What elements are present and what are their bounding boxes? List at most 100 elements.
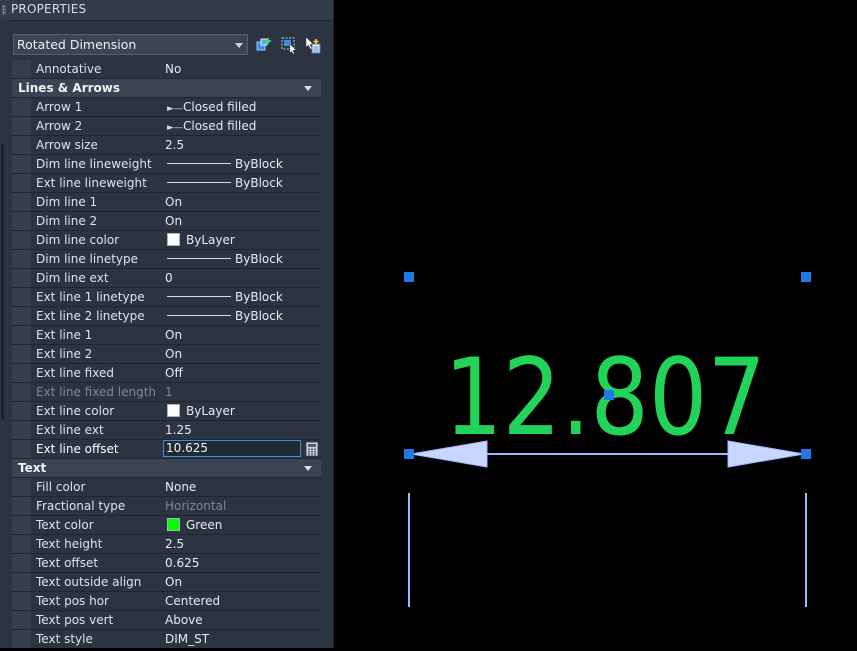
- property-label: Dim line ext: [31, 269, 173, 287]
- property-row-ext-line-offset[interactable]: Ext line offset 10.625: [12, 440, 321, 459]
- property-row-arrow-2[interactable]: Arrow 2 ►—Closed filled: [12, 117, 321, 136]
- toggle-pickadd-icon[interactable]: [304, 36, 322, 54]
- property-label: Arrow size: [31, 136, 173, 154]
- grip-top-left[interactable]: [404, 272, 414, 282]
- linetype-sample-icon: [167, 296, 231, 297]
- property-value[interactable]: 0: [163, 269, 321, 287]
- grip-left[interactable]: [404, 449, 414, 459]
- palette-titlebar[interactable]: PROPERTIES: [0, 0, 333, 21]
- collapse-arrow-icon[interactable]: [304, 86, 312, 91]
- property-value[interactable]: 2.5: [163, 535, 321, 553]
- category-text[interactable]: Text: [12, 459, 321, 478]
- property-value: ByBlock: [235, 252, 283, 266]
- property-label: Fractional type: [31, 497, 173, 515]
- palette-side-strip: [0, 20, 11, 648]
- property-row-dim-line-1[interactable]: Dim line 1 On: [12, 193, 321, 212]
- property-value: ByBlock: [235, 290, 283, 304]
- linetype-sample-icon: [167, 258, 231, 259]
- property-row-ext-line-1-linetype[interactable]: Ext line 1 linetype ByBlock: [12, 288, 321, 307]
- category-lines-arrows[interactable]: Lines & Arrows: [12, 79, 321, 98]
- property-row-ext-line-color[interactable]: Ext line color ByLayer: [12, 402, 321, 421]
- property-label: Text offset: [31, 554, 173, 572]
- drawing-canvas[interactable]: 12.807: [334, 0, 857, 648]
- property-row-annotative[interactable]: Annotative No: [12, 60, 321, 79]
- property-row-ext-line-2-linetype[interactable]: Ext line 2 linetype ByBlock: [12, 307, 321, 326]
- property-value[interactable]: Above: [163, 611, 321, 629]
- property-row-dim-line-color[interactable]: Dim line color ByLayer: [12, 231, 321, 250]
- property-value[interactable]: On: [163, 193, 321, 211]
- lineweight-sample-icon: [167, 163, 231, 164]
- property-label: Text outside align: [31, 573, 173, 591]
- property-label: Arrow 2: [31, 117, 173, 135]
- property-value[interactable]: None: [163, 478, 321, 496]
- property-value[interactable]: 0.625: [163, 554, 321, 572]
- property-row-ext-line-2[interactable]: Ext line 2 On: [12, 345, 321, 364]
- property-row-dim-line-linetype[interactable]: Dim line linetype ByBlock: [12, 250, 321, 269]
- property-row-text-color[interactable]: Text color Green: [12, 516, 321, 535]
- property-row-ext-line-fixed[interactable]: Ext line fixed Off: [12, 364, 321, 383]
- grip-right[interactable]: [801, 449, 811, 459]
- property-row-text-offset[interactable]: Text offset 0.625: [12, 554, 321, 573]
- select-objects-icon[interactable]: [280, 36, 298, 54]
- collapse-arrow-icon[interactable]: [304, 466, 312, 471]
- property-row-ext-line-1[interactable]: Ext line 1 On: [12, 326, 321, 345]
- property-row-text-outside-align[interactable]: Text outside align On: [12, 573, 321, 592]
- property-value[interactable]: No: [163, 60, 321, 78]
- property-value[interactable]: 1.25: [163, 421, 321, 439]
- property-label: Dim line color: [31, 231, 173, 249]
- property-label: Text style: [31, 630, 173, 648]
- property-label: Ext line lineweight: [31, 174, 173, 192]
- palette-side-scrollbar[interactable]: [1, 144, 4, 420]
- property-row-text-pos-hor[interactable]: Text pos hor Centered: [12, 592, 321, 611]
- chevron-down-icon: [235, 43, 243, 48]
- grip-top-right[interactable]: [801, 272, 811, 282]
- grip-text[interactable]: [604, 390, 614, 400]
- property-label: Text height: [31, 535, 173, 553]
- property-value[interactable]: On: [163, 326, 321, 344]
- property-value: Closed filled: [183, 100, 257, 114]
- property-value[interactable]: On: [163, 573, 321, 591]
- quick-select-icon[interactable]: [255, 36, 273, 54]
- property-row-text-pos-vert[interactable]: Text pos vert Above: [12, 611, 321, 630]
- dimension-drawing[interactable]: 12.807: [334, 0, 857, 648]
- property-row-arrow-1[interactable]: Arrow 1 ►—Closed filled: [12, 98, 321, 117]
- property-row-arrow-size[interactable]: Arrow size 2.5: [12, 136, 321, 155]
- property-label: Text pos hor: [31, 592, 173, 610]
- property-row-ext-line-fixed-length: Ext line fixed length 1: [12, 383, 321, 402]
- property-label: Fill color: [31, 478, 173, 496]
- ext-line-offset-input[interactable]: 10.625: [163, 440, 301, 457]
- property-value[interactable]: Off: [163, 364, 321, 382]
- property-row-ext-line-lineweight[interactable]: Ext line lineweight ByBlock: [12, 174, 321, 193]
- property-label: Ext line 2 linetype: [31, 307, 173, 325]
- property-label: Dim line linetype: [31, 250, 173, 268]
- property-value[interactable]: DIM_ST: [163, 630, 321, 648]
- property-value[interactable]: On: [163, 345, 321, 363]
- property-row-dim-line-2[interactable]: Dim line 2 On: [12, 212, 321, 231]
- property-row-dim-line-ext[interactable]: Dim line ext 0: [12, 269, 321, 288]
- property-label: Dim line lineweight: [31, 155, 173, 173]
- property-value: Green: [186, 518, 223, 532]
- palette-grip-icon[interactable]: [2, 5, 6, 15]
- property-value[interactable]: Centered: [163, 592, 321, 610]
- property-row-text-style[interactable]: Text style DIM_ST: [12, 630, 321, 648]
- object-type-dropdown[interactable]: Rotated Dimension: [13, 34, 248, 55]
- property-row-ext-line-ext[interactable]: Ext line ext 1.25: [12, 421, 321, 440]
- property-label: Text pos vert: [31, 611, 173, 629]
- object-type-value: Rotated Dimension: [17, 37, 137, 52]
- property-row-fractional-type[interactable]: Fractional type Horizontal: [12, 497, 321, 516]
- calculator-icon[interactable]: [306, 442, 318, 456]
- property-value: ByLayer: [186, 404, 235, 418]
- property-label: Ext line 2: [31, 345, 173, 363]
- color-swatch-white: [167, 404, 180, 417]
- property-label: Ext line 1 linetype: [31, 288, 173, 306]
- property-label: Ext line ext: [31, 421, 173, 439]
- property-row-text-height[interactable]: Text height 2.5: [12, 535, 321, 554]
- property-value[interactable]: On: [163, 212, 321, 230]
- property-label: Annotative: [31, 60, 173, 78]
- property-value[interactable]: 2.5: [163, 136, 321, 154]
- property-row-dim-line-lineweight[interactable]: Dim line lineweight ByBlock: [12, 155, 321, 174]
- property-label: Ext line fixed length: [31, 383, 173, 401]
- closed-filled-arrow-icon: ►—: [167, 104, 183, 114]
- property-row-fill-color[interactable]: Fill color None: [12, 478, 321, 497]
- property-value[interactable]: Horizontal: [163, 497, 321, 515]
